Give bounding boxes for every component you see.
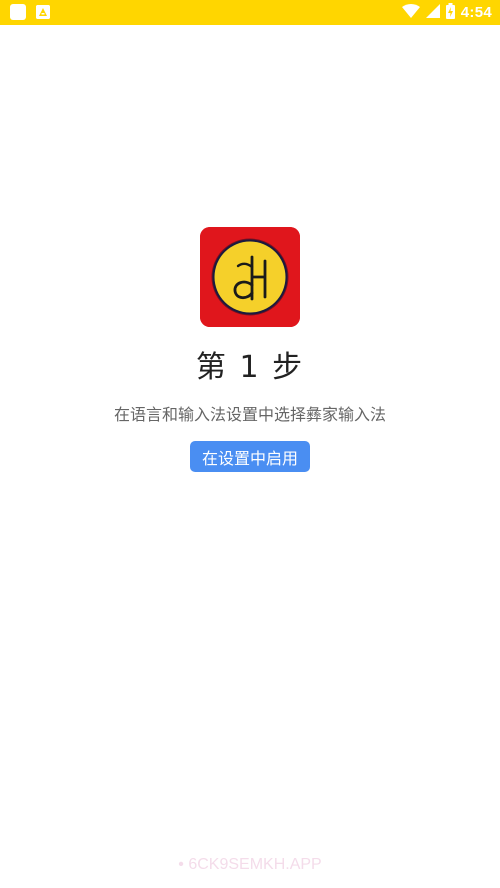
status-bar: 4:54 (0, 0, 500, 25)
watermark-text: • 6CK9SEMKH.APP (178, 856, 322, 873)
cellular-signal-icon (425, 3, 440, 22)
status-time: 4:54 (460, 4, 492, 21)
app-logo (200, 227, 300, 327)
app-notification-icon (10, 4, 26, 20)
wifi-icon (401, 3, 420, 22)
image-notification-icon (36, 5, 50, 19)
step-title: 第 1 步 (195, 350, 305, 385)
instruction-text: 在语言和输入法设置中选择彝家输入法 (113, 405, 386, 424)
enable-in-settings-button[interactable]: 在设置中启用 (190, 441, 310, 472)
yi-keyboard-logo-icon (200, 227, 300, 327)
battery-charging-icon (445, 2, 455, 23)
